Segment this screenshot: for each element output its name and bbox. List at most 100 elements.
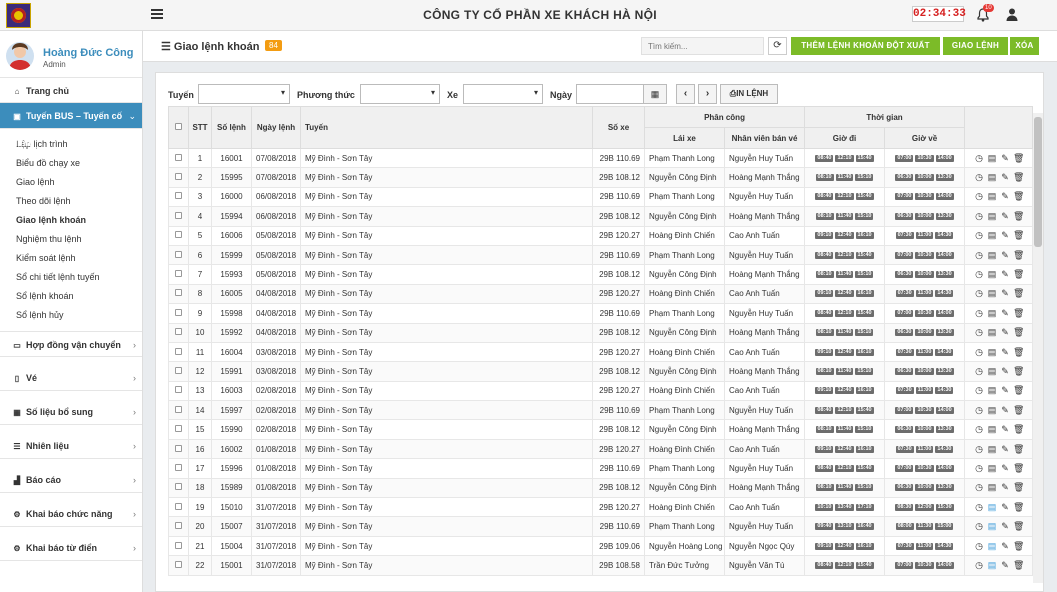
clock-icon[interactable]: ◷ bbox=[974, 269, 984, 280]
edit-icon[interactable]: ✎ bbox=[1000, 191, 1010, 202]
calendar-icon[interactable]: ▤ bbox=[987, 502, 997, 513]
table-row[interactable]: 20 15007 31/07/2018 Mỹ Đình - Sơn Tây 29B 11… bbox=[168, 516, 1034, 537]
calendar-icon[interactable]: ▤ bbox=[987, 172, 997, 183]
table-row[interactable]: 15 15990 02/08/2018 Mỹ Đình - Sơn Tây 29B 10… bbox=[168, 419, 1034, 440]
clock-icon[interactable]: ◷ bbox=[974, 153, 984, 164]
subnav-item[interactable]: Sổ chi tiết lệnh tuyến bbox=[0, 268, 142, 287]
table-row[interactable]: 5 16006 05/08/2018 Mỹ Đình - Sơn Tây 29B 120… bbox=[168, 225, 1034, 246]
row-checkbox-cell[interactable] bbox=[168, 283, 189, 305]
clock-icon[interactable]: ◷ bbox=[974, 211, 984, 222]
row-checkbox[interactable] bbox=[175, 522, 182, 530]
row-checkbox[interactable] bbox=[175, 250, 182, 258]
nav-section[interactable]: ▯ Vé › bbox=[0, 365, 142, 391]
table-row[interactable]: 1 16001 07/08/2018 Mỹ Đình - Sơn Tây 29B 110… bbox=[168, 147, 1034, 169]
trash-icon[interactable]: 🗑 bbox=[1013, 230, 1024, 241]
trash-icon[interactable]: 🗑 bbox=[1013, 463, 1024, 474]
trash-icon[interactable]: 🗑 bbox=[1013, 541, 1024, 552]
calendar-icon[interactable]: ▤ bbox=[987, 308, 997, 319]
row-checkbox[interactable] bbox=[175, 541, 182, 549]
row-checkbox-cell[interactable] bbox=[168, 458, 189, 479]
row-checkbox[interactable] bbox=[175, 192, 182, 200]
subnav-item[interactable]: Giao lệnh bbox=[0, 173, 142, 192]
row-checkbox-cell[interactable] bbox=[168, 206, 189, 227]
trash-icon[interactable]: 🗑 bbox=[1013, 502, 1024, 513]
edit-icon[interactable]: ✎ bbox=[1000, 521, 1010, 532]
clock-icon[interactable]: ◷ bbox=[974, 424, 984, 435]
trash-icon[interactable]: 🗑 bbox=[1013, 347, 1024, 358]
search-input[interactable] bbox=[641, 37, 764, 55]
print-order-button[interactable]: ⎙IN LỆNH bbox=[720, 84, 778, 104]
trash-icon[interactable]: 🗑 bbox=[1013, 424, 1024, 435]
edit-icon[interactable]: ✎ bbox=[1000, 385, 1010, 396]
calendar-icon[interactable]: ▤ bbox=[987, 482, 997, 493]
calendar-icon[interactable]: ▤ bbox=[987, 191, 997, 202]
subnav-item[interactable]: Nghiệm thu lệnh bbox=[0, 230, 142, 249]
edit-icon[interactable]: ✎ bbox=[1000, 327, 1010, 338]
table-row[interactable]: 10 15992 04/08/2018 Mỹ Đình - Sơn Tây 29B 10… bbox=[168, 322, 1034, 343]
user-icon[interactable] bbox=[1006, 8, 1018, 21]
row-checkbox-cell[interactable] bbox=[168, 244, 189, 266]
calendar-icon[interactable]: ▤ bbox=[987, 366, 997, 377]
row-checkbox[interactable] bbox=[175, 231, 182, 239]
clock-icon[interactable]: ◷ bbox=[974, 560, 984, 571]
row-checkbox[interactable] bbox=[175, 483, 182, 491]
edit-icon[interactable]: ✎ bbox=[1000, 502, 1010, 513]
calendar-icon[interactable]: ▤ bbox=[987, 444, 997, 455]
clock-icon[interactable]: ◷ bbox=[974, 347, 984, 358]
nav-section[interactable]: ▦ Số liệu bổ sung › bbox=[0, 399, 142, 425]
trash-icon[interactable]: 🗑 bbox=[1013, 269, 1024, 280]
table-row[interactable]: 22 15001 31/07/2018 Mỹ Đình - Sơn Tây 29B 10… bbox=[168, 555, 1034, 576]
calendar-icon[interactable]: ▤ bbox=[987, 463, 997, 474]
trash-icon[interactable]: 🗑 bbox=[1013, 366, 1024, 377]
calendar-icon[interactable]: ▤ bbox=[987, 250, 997, 261]
trash-icon[interactable]: 🗑 bbox=[1013, 385, 1024, 396]
edit-icon[interactable]: ✎ bbox=[1000, 347, 1010, 358]
row-checkbox[interactable] bbox=[175, 425, 182, 433]
calendar-icon[interactable]: ▤ bbox=[987, 385, 997, 396]
calendar-icon[interactable]: ▤ bbox=[987, 347, 997, 358]
clock-icon[interactable]: ◷ bbox=[974, 230, 984, 241]
calendar-icon[interactable]: ▤ bbox=[987, 269, 997, 280]
edit-icon[interactable]: ✎ bbox=[1000, 405, 1010, 416]
edit-icon[interactable]: ✎ bbox=[1000, 308, 1010, 319]
vehicle-select[interactable] bbox=[463, 84, 543, 104]
row-checkbox-cell[interactable] bbox=[168, 167, 189, 188]
refresh-icon[interactable]: ⟳ bbox=[768, 37, 787, 55]
subnav-item[interactable]: Giao lệnh khoán bbox=[0, 211, 142, 230]
calendar-icon[interactable]: ▤ bbox=[987, 541, 997, 552]
nav-section[interactable]: ⚙ Khai báo từ điển › bbox=[0, 535, 142, 561]
table-row[interactable]: 14 15997 02/08/2018 Mỹ Đình - Sơn Tây 29B 11… bbox=[168, 400, 1034, 421]
table-row[interactable]: 3 16000 06/08/2018 Mỹ Đình - Sơn Tây 29B 110… bbox=[168, 186, 1034, 208]
table-row[interactable]: 16 16002 01/08/2018 Mỹ Đình - Sơn Tây 29B 12… bbox=[168, 438, 1034, 460]
clock-icon[interactable]: ◷ bbox=[974, 308, 984, 319]
nav-section[interactable]: ▭ Hợp đồng vận chuyển › bbox=[0, 331, 142, 357]
subnav-item[interactable]: Kiểm soát lệnh bbox=[0, 249, 142, 268]
table-row[interactable]: 4 15994 06/08/2018 Mỹ Đình - Sơn Tây 29B 108… bbox=[168, 206, 1034, 227]
edit-icon[interactable]: ✎ bbox=[1000, 211, 1010, 222]
edit-icon[interactable]: ✎ bbox=[1000, 424, 1010, 435]
row-checkbox-cell[interactable] bbox=[168, 225, 189, 246]
row-checkbox[interactable] bbox=[175, 386, 182, 394]
row-checkbox-cell[interactable] bbox=[168, 380, 189, 402]
clock-icon[interactable]: ◷ bbox=[974, 191, 984, 202]
clock-icon[interactable]: ◷ bbox=[974, 541, 984, 552]
trash-icon[interactable]: 🗑 bbox=[1013, 308, 1024, 319]
trash-icon[interactable]: 🗑 bbox=[1013, 327, 1024, 338]
table-row[interactable]: 18 15989 01/08/2018 Mỹ Đình - Sơn Tây 29B 10… bbox=[168, 477, 1034, 499]
calendar-icon[interactable]: ▤ bbox=[987, 153, 997, 164]
calendar-icon[interactable]: ▤ bbox=[987, 424, 997, 435]
next-date-button[interactable]: › bbox=[698, 84, 717, 104]
row-checkbox[interactable] bbox=[175, 153, 182, 161]
row-checkbox-cell[interactable] bbox=[168, 322, 189, 343]
subnav-item[interactable]: Theo dõi lệnh bbox=[0, 192, 142, 211]
row-checkbox-cell[interactable] bbox=[168, 186, 189, 208]
edit-icon[interactable]: ✎ bbox=[1000, 560, 1010, 571]
nav-bus-routes[interactable]: ▣ Tuyến BUS – Tuyến cố định ⌄ bbox=[0, 103, 142, 148]
scrollbar-thumb[interactable] bbox=[1034, 117, 1042, 247]
table-row[interactable]: 19 15010 31/07/2018 Mỹ Đình - Sơn Tây 29B 12… bbox=[168, 497, 1034, 518]
row-checkbox-cell[interactable] bbox=[168, 341, 189, 363]
trash-icon[interactable]: 🗑 bbox=[1013, 211, 1024, 222]
row-checkbox[interactable] bbox=[175, 502, 182, 510]
clock-icon[interactable]: ◷ bbox=[974, 288, 984, 299]
subnav-item[interactable]: Sổ lệnh hủy bbox=[0, 306, 142, 325]
